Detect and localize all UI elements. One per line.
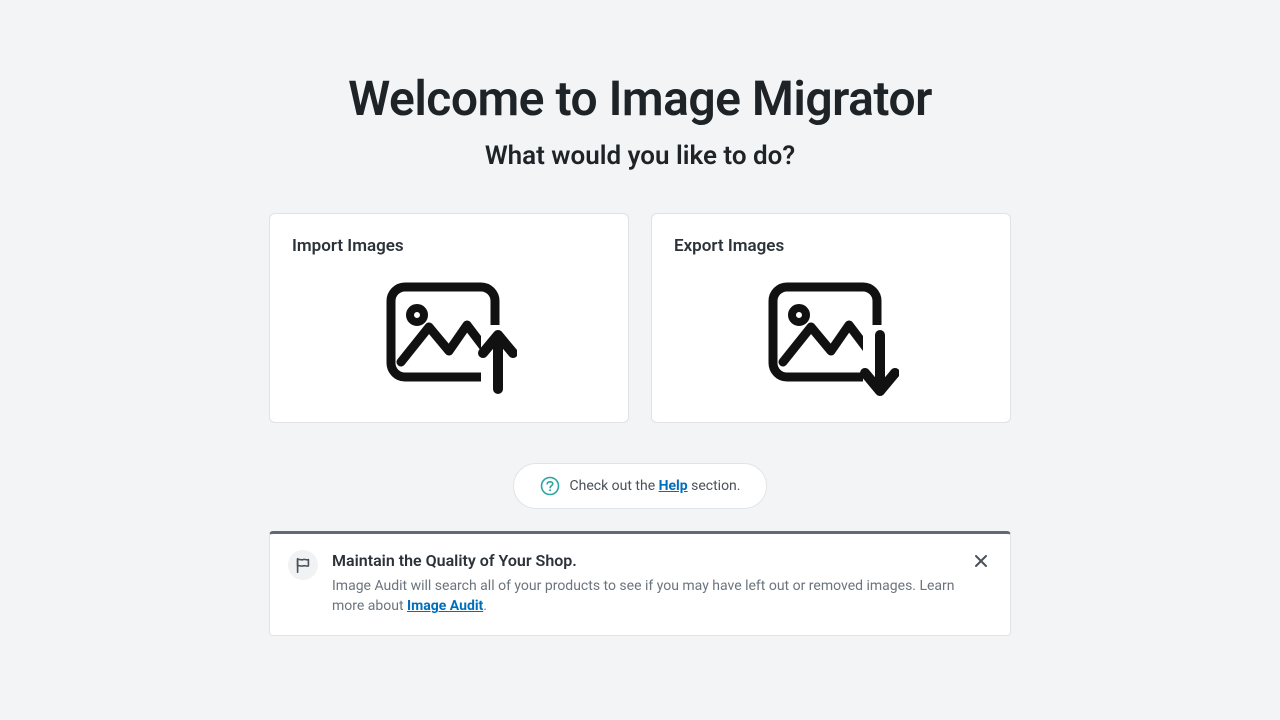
image-upload-icon	[381, 277, 517, 397]
help-link[interactable]: Help	[659, 478, 688, 494]
page-title: Welcome to Image Migrator	[348, 70, 932, 127]
image-audit-banner: Maintain the Quality of Your Shop. Image…	[269, 531, 1011, 636]
export-images-card[interactable]: Export Images	[651, 213, 1011, 423]
banner-close-button[interactable]	[970, 550, 992, 572]
main-container: Welcome to Image Migrator What would you…	[0, 0, 1280, 720]
close-icon	[973, 553, 989, 569]
banner-suffix: .	[483, 598, 487, 614]
flag-icon	[294, 556, 312, 574]
import-images-card[interactable]: Import Images	[269, 213, 629, 423]
help-text: Check out the Help section.	[570, 478, 741, 494]
question-circle-icon	[540, 476, 560, 496]
image-download-icon	[763, 277, 899, 397]
image-audit-link[interactable]: Image Audit	[407, 598, 483, 614]
help-pill: Check out the Help section.	[513, 463, 768, 509]
banner-icon-bg	[288, 550, 318, 580]
banner-title: Maintain the Quality of Your Shop.	[332, 551, 956, 570]
page-subtitle: What would you like to do?	[485, 141, 795, 171]
import-icon-wrap	[292, 274, 606, 400]
action-cards: Import Images Export Images	[269, 213, 1011, 423]
import-card-title: Import Images	[292, 236, 606, 256]
export-card-title: Export Images	[674, 236, 988, 256]
help-suffix: section.	[688, 478, 741, 494]
export-icon-wrap	[674, 274, 988, 400]
banner-body: Maintain the Quality of Your Shop. Image…	[332, 550, 956, 617]
banner-description: Image Audit will search all of your prod…	[332, 576, 956, 617]
help-prefix: Check out the	[570, 478, 659, 494]
